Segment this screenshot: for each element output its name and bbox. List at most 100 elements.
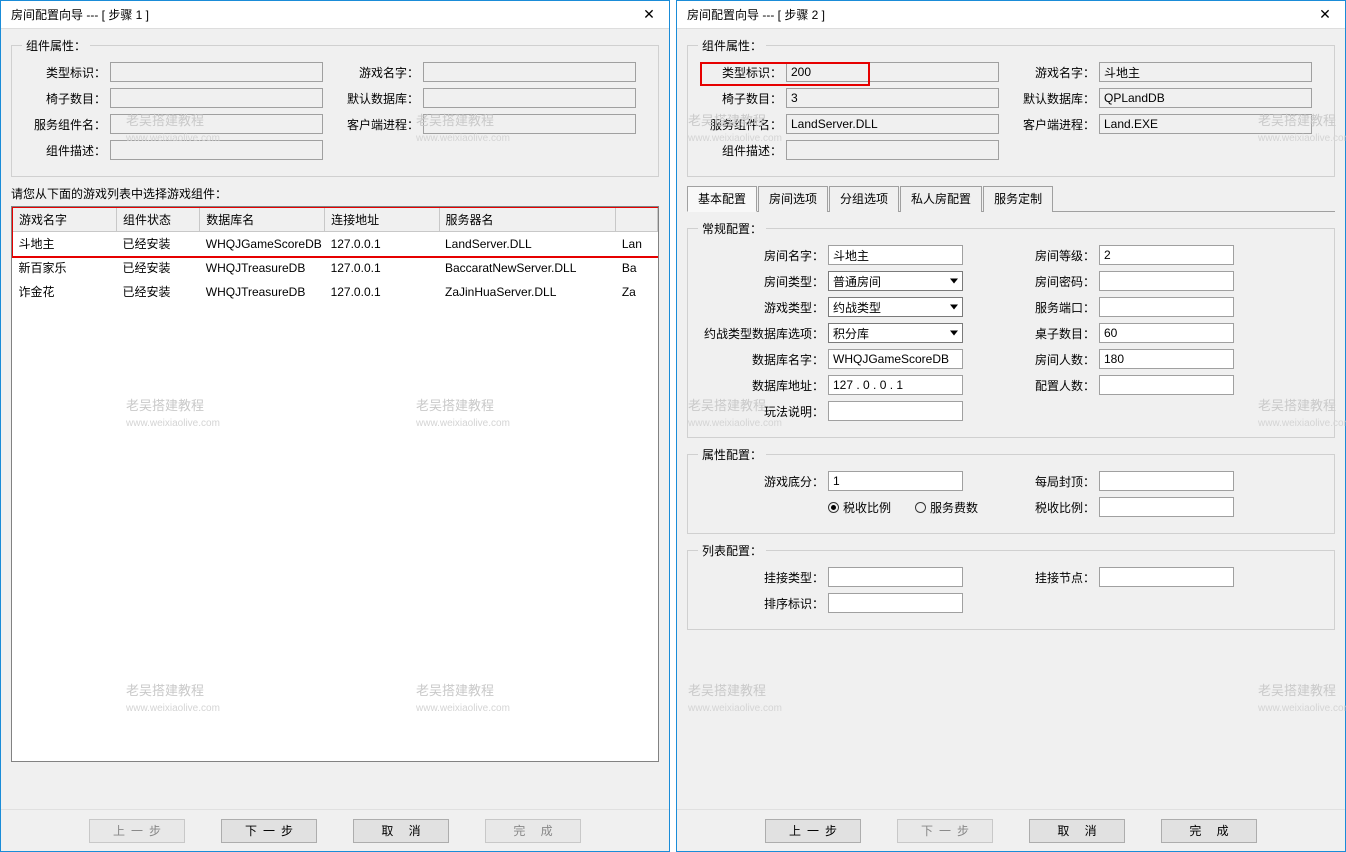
input-room-capacity[interactable]: 180 [1099,349,1234,369]
th-game-name[interactable]: 游戏名字 [13,208,117,232]
cell: Za [616,280,658,304]
legend-attr-cfg: 属性配置： [698,446,766,463]
input-sort-id[interactable] [828,593,963,613]
cell: Ba [616,256,658,280]
cancel-button[interactable]: 取 消 [1029,819,1125,843]
select-room-type[interactable]: 普通房间 [828,271,963,291]
radio-tax-ratio[interactable] [828,502,839,513]
input-config-capacity[interactable] [1099,375,1234,395]
cancel-button[interactable]: 取 消 [353,819,449,843]
lbl-room-name: 房间名字： [698,247,828,264]
lbl-sort-id: 排序标识： [698,595,828,612]
body-step2: 组件属性： 类型标识：200 游戏名字：斗地主 椅子数目：3 默认数据库：QPL… [677,29,1345,809]
field-service-module: LandServer.DLL [786,114,999,134]
lbl-client-process: 客户端进程： [335,116,423,133]
input-table-count[interactable]: 60 [1099,323,1234,343]
dialog-step1: 房间配置向导 --- [ 步骤 1 ] ✕ 组件属性： 类型标识： 游戏名字： … [0,0,670,852]
lbl-db-name: 数据库名字： [698,351,828,368]
game-list[interactable]: 游戏名字 组件状态 数据库名 连接地址 服务器名 斗地主 已经安装 WHQJGa… [11,206,659,762]
lbl-chair-count: 椅子数目： [22,90,110,107]
tab-room-options[interactable]: 房间选项 [758,186,828,212]
field-default-db [423,88,636,108]
instruction-text: 请您从下面的游戏列表中选择游戏组件： [11,185,659,202]
input-attach-node[interactable] [1099,567,1234,587]
footer-step2: 上一步 下一步 取 消 完 成 [677,809,1345,851]
input-game-score[interactable]: 1 [828,471,963,491]
cell: BaccaratNewServer.DLL [439,256,616,280]
cell: 诈金花 [13,280,117,304]
tab-private-room[interactable]: 私人房配置 [900,186,982,212]
cell: 已经安装 [117,256,200,280]
group-component-attrs-1: 组件属性： 类型标识： 游戏名字： 椅子数目： 默认数据库： 服务组件名： 客户… [11,37,659,177]
dialog-step2: 房间配置向导 --- [ 步骤 2 ] ✕ 组件属性： 类型标识：200 游戏名… [676,0,1346,852]
th-db-name[interactable]: 数据库名 [200,208,325,232]
input-round-cap[interactable] [1099,471,1234,491]
select-game-type[interactable]: 约战类型 [828,297,963,317]
lbl-default-db: 默认数据库： [1011,90,1099,107]
field-component-desc [110,140,323,160]
input-room-name[interactable]: 斗地主 [828,245,963,265]
th-status[interactable]: 组件状态 [117,208,200,232]
input-db-name[interactable]: WHQJGameScoreDB [828,349,963,369]
lbl-game-name: 游戏名字： [335,64,423,81]
lbl-table-count: 桌子数目： [1011,325,1099,342]
th-server-name[interactable]: 服务器名 [439,208,616,232]
lbl-game-name: 游戏名字： [1011,64,1099,81]
input-play-desc[interactable] [828,401,963,421]
lbl-round-cap: 每局封顶： [1011,473,1099,490]
select-battle-db-opt[interactable]: 积分库 [828,323,963,343]
table-header-row: 游戏名字 组件状态 数据库名 连接地址 服务器名 [13,208,658,232]
select-text: 积分库 [833,325,869,342]
input-room-level[interactable]: 2 [1099,245,1234,265]
footer-step1: 上一步 下一步 取 消 完 成 [1,809,669,851]
lbl-chair-count: 椅子数目： [698,90,786,107]
lbl-room-capacity: 房间人数： [1011,351,1099,368]
finish-button[interactable]: 完 成 [1161,819,1257,843]
input-service-port[interactable] [1099,297,1234,317]
lbl-default-db: 默认数据库： [335,90,423,107]
legend-general: 常规配置： [698,220,766,237]
titlebar-step1: 房间配置向导 --- [ 步骤 1 ] ✕ [1,1,669,29]
group-component-attrs-2: 组件属性： 类型标识：200 游戏名字：斗地主 椅子数目：3 默认数据库：QPL… [687,37,1335,177]
field-chair-count [110,88,323,108]
group-attr-config: 属性配置： 游戏底分：1 每局封顶： 税收比例 服务费数 税收比例： [687,446,1335,534]
input-tax-ratio[interactable] [1099,497,1234,517]
radio-service-fee[interactable] [915,502,926,513]
next-button[interactable]: 下一步 [221,819,317,843]
group-list-config: 列表配置： 挂接类型： 挂接节点： 排序标识： [687,542,1335,630]
prev-button[interactable]: 上一步 [765,819,861,843]
cell: LandServer.DLL [439,232,616,256]
legend-component-attrs-2: 组件属性： [698,37,766,54]
input-room-pwd[interactable] [1099,271,1234,291]
cell: 已经安装 [117,280,200,304]
tab-group-options[interactable]: 分组选项 [829,186,899,212]
close-icon: ✕ [643,6,655,23]
th-conn-addr[interactable]: 连接地址 [325,208,439,232]
titlebar-step2: 房间配置向导 --- [ 步骤 2 ] ✕ [677,1,1345,29]
table-row[interactable]: 斗地主 已经安装 WHQJGameScoreDB 127.0.0.1 LandS… [13,232,658,256]
game-table: 游戏名字 组件状态 数据库名 连接地址 服务器名 斗地主 已经安装 WHQJGa… [12,207,658,304]
lbl-tax-ratio: 税收比例： [1011,499,1099,516]
finish-button: 完 成 [485,819,581,843]
tab-service-custom[interactable]: 服务定制 [983,186,1053,212]
cell: 已经安装 [117,232,200,256]
input-db-addr[interactable]: 127 . 0 . 0 . 1 [828,375,963,395]
lbl-room-pwd: 房间密码： [1011,273,1099,290]
lbl-db-addr: 数据库地址： [698,377,828,394]
close-button-step1[interactable]: ✕ [635,5,663,25]
close-button-step2[interactable]: ✕ [1311,5,1339,25]
lbl-attach-type: 挂接类型： [698,569,828,586]
table-row[interactable]: 新百家乐 已经安装 WHQJTreasureDB 127.0.0.1 Bacca… [13,256,658,280]
th-extra[interactable] [616,208,658,232]
tab-basic[interactable]: 基本配置 [687,186,757,212]
lbl-game-type: 游戏类型： [698,299,828,316]
field-type-id: 200 [786,62,999,82]
cell: 127.0.0.1 [325,256,439,280]
field-chair-count: 3 [786,88,999,108]
table-row[interactable]: 诈金花 已经安装 WHQJTreasureDB 127.0.0.1 ZaJinH… [13,280,658,304]
field-default-db: QPLandDB [1099,88,1312,108]
field-component-desc [786,140,999,160]
input-attach-type[interactable] [828,567,963,587]
lbl-component-desc: 组件描述： [22,142,110,159]
lbl-type-id: 类型标识： [22,64,110,81]
